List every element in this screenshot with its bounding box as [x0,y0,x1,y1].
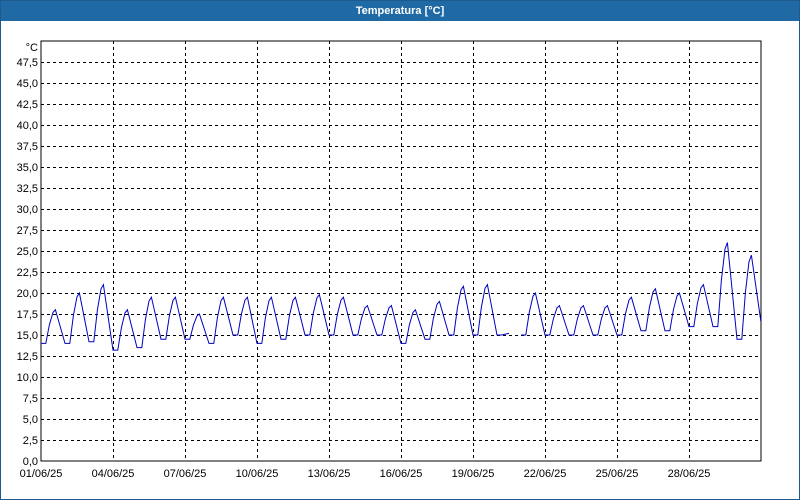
y-tick-label: 47,5 [17,57,38,69]
x-tick-label: 13/06/25 [308,468,351,480]
x-tick-label: 19/06/25 [452,468,495,480]
y-tick-label: 32,5 [17,183,38,195]
y-axis-unit: °C [26,42,38,54]
y-tick-label: 22,5 [17,267,38,279]
y-tick-label: 40,0 [17,120,38,132]
y-tick-label: 0,0 [23,456,38,468]
temperature-chart: 0,0 2,5 5,0 7,5 10,0 12,5 15,0 17,5 20,0 22,5 25,0… [17,40,762,480]
y-tick-label: 20,0 [17,288,38,300]
y-tick-label: 45,0 [17,78,38,90]
chart-window: Temperatura [°C] 0,0 2,5 5,0 7,5 10,0 12,5 15,… [0,0,800,500]
x-tick-label: 10/06/25 [236,468,279,480]
y-tick-label: 37,5 [17,141,38,153]
y-tick-label: 35,0 [17,162,38,174]
x-tick-label: 22/06/25 [524,468,567,480]
y-tick-label: 15,0 [17,330,38,342]
y-tick-label: 7,5 [23,393,38,405]
y-tick-label: 30,0 [17,204,38,216]
x-tick-label: 28/06/25 [668,468,711,480]
y-tick-label: 5,0 [23,414,38,426]
x-tick-label: 16/06/25 [380,468,423,480]
y-tick-label: 27,5 [17,225,38,237]
y-tick-label: 42,5 [17,99,38,111]
y-tick-label: 25,0 [17,246,38,258]
x-tick-label: 07/06/25 [164,468,207,480]
y-tick-label: 10,0 [17,372,38,384]
y-tick-label: 17,5 [17,309,38,321]
x-tick-label: 01/06/25 [20,468,63,480]
x-tick-label: 04/06/25 [92,468,135,480]
y-tick-label: 2,5 [23,435,38,447]
y-tick-label: 12,5 [17,351,38,363]
x-tick-label: 25/06/25 [596,468,639,480]
